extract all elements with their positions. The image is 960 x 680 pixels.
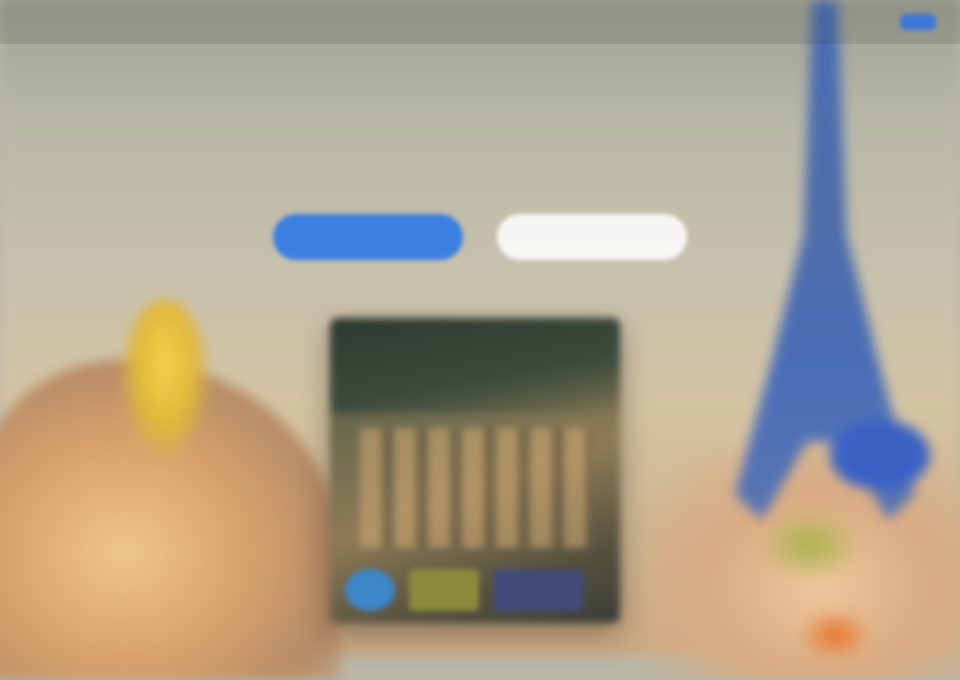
badge-olive-icon	[409, 569, 479, 611]
building-windows	[360, 428, 590, 548]
top-navigation	[0, 0, 960, 44]
greenery	[760, 510, 860, 580]
card-badges	[345, 565, 615, 615]
golden-dome	[120, 300, 210, 460]
orange-highlight	[800, 610, 870, 660]
badge-navy-icon	[493, 569, 583, 611]
hero-actions	[0, 214, 960, 260]
secondary-cta-button[interactable]	[497, 214, 687, 260]
nav-cta-button[interactable]	[900, 14, 936, 30]
building-roof	[330, 318, 620, 413]
primary-cta-button[interactable]	[273, 214, 463, 260]
tower-base-shape	[830, 420, 930, 490]
badge-blue-icon	[345, 569, 395, 611]
